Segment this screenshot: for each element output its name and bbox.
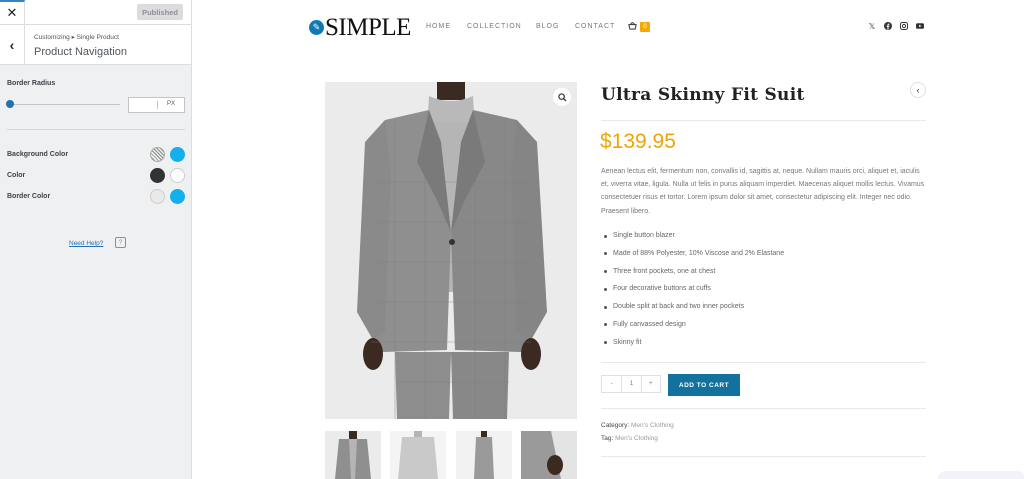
nav-blog[interactable]: BLOG xyxy=(536,23,559,30)
border-color-label: Border Color xyxy=(7,193,51,200)
hover-color-swatch[interactable] xyxy=(170,168,185,183)
customizer-topbar: ✕ Published xyxy=(0,0,191,25)
back-icon[interactable]: ‹ xyxy=(0,25,25,65)
quantity-minus-button[interactable]: - xyxy=(602,376,621,392)
product-main-image[interactable] xyxy=(325,82,577,419)
add-to-cart-button[interactable]: ADD TO CART xyxy=(668,374,740,396)
color-swatch[interactable] xyxy=(150,168,165,183)
x-icon[interactable]: 𝕏 xyxy=(868,22,876,31)
divider xyxy=(601,408,926,409)
border-radius-slider-handle[interactable] xyxy=(6,100,14,108)
help-chat-icon[interactable]: ? xyxy=(115,237,126,248)
quantity-plus-button[interactable]: + xyxy=(640,376,660,392)
feature-item: Made of 88% Polyester, 10% Viscose and 2… xyxy=(601,250,784,268)
border-radius-input[interactable]: PX xyxy=(128,97,185,113)
product-tag: Tag: Men's Clothing xyxy=(601,435,658,442)
cart-count-badge[interactable]: 0 xyxy=(640,22,650,32)
product-price: $139.95 xyxy=(600,130,676,153)
feature-item: Skinny fit xyxy=(601,339,784,357)
divider xyxy=(601,120,926,121)
instagram-icon[interactable] xyxy=(900,22,908,30)
product-category: Category: Men's Clothing xyxy=(601,422,674,429)
background-color-swatch[interactable] xyxy=(150,147,165,162)
nav-home[interactable]: HOME xyxy=(426,23,451,30)
category-label: Category: xyxy=(601,422,630,429)
corner-widget[interactable] xyxy=(937,471,1024,479)
feature-item: Three front pockets, one at chest xyxy=(601,268,784,286)
customizer-sidebar: ✕ Published ‹ Customizing ▸ Single Produ… xyxy=(0,0,192,479)
logo-pen-icon: ✎ xyxy=(309,20,324,35)
category-link[interactable]: Men's Clothing xyxy=(631,422,674,429)
need-help-link[interactable]: Need Help? xyxy=(69,240,103,247)
zoom-icon[interactable] xyxy=(553,88,571,106)
previous-product-icon[interactable]: ‹ xyxy=(910,82,926,98)
feature-item: Four decorative buttons at cuffs xyxy=(601,285,784,303)
quantity-input[interactable]: 1 xyxy=(621,376,640,392)
background-hover-color-swatch[interactable] xyxy=(170,147,185,162)
published-button[interactable]: Published xyxy=(137,4,183,20)
feature-item: Fully canvassed design xyxy=(601,321,784,339)
border-radius-label: Border Radius xyxy=(7,80,56,87)
section-header: ‹ Customizing ▸ Single Product Product N… xyxy=(0,25,191,65)
quantity-stepper[interactable]: - 1 + xyxy=(601,375,661,393)
logo-text: SIMPLE xyxy=(325,14,411,41)
gallery-thumbnail[interactable] xyxy=(456,431,512,479)
color-label: Color xyxy=(7,172,26,179)
tag-label: Tag: xyxy=(601,435,614,442)
tag-link[interactable]: Men's Clothing xyxy=(615,435,658,442)
divider xyxy=(601,456,926,457)
gallery-thumbnail[interactable] xyxy=(390,431,446,479)
breadcrumb: Customizing ▸ Single Product xyxy=(34,34,119,41)
background-color-label: Background Color xyxy=(7,151,69,158)
nav-contact[interactable]: CONTACT xyxy=(575,23,615,30)
border-color-swatch[interactable] xyxy=(150,189,165,204)
feature-item: Single button blazer xyxy=(601,232,784,250)
product-description: Aenean lectus elit, fermentum non, conva… xyxy=(601,168,925,215)
border-radius-slider-track[interactable] xyxy=(8,104,120,105)
section-title: Product Navigation xyxy=(34,46,127,58)
feature-list: Single button blazer Made of 88% Polyest… xyxy=(601,232,784,357)
cart-icon[interactable] xyxy=(628,21,637,32)
youtube-icon[interactable] xyxy=(916,22,924,30)
facebook-icon[interactable] xyxy=(884,22,892,30)
border-hover-color-swatch[interactable] xyxy=(170,189,185,204)
border-radius-unit: PX xyxy=(167,101,176,107)
product-title: Ultra Skinny Fit Suit xyxy=(601,85,805,105)
site-logo[interactable]: ✎ SIMPLE xyxy=(309,15,411,40)
feature-item: Double split at back and two inner pocke… xyxy=(601,303,784,321)
close-icon[interactable]: ✕ xyxy=(0,0,25,24)
unit-divider xyxy=(157,101,158,109)
divider xyxy=(7,129,185,130)
gallery-thumbnail[interactable] xyxy=(521,431,577,479)
gallery-thumbnail[interactable] xyxy=(325,431,381,479)
divider xyxy=(601,362,926,363)
site-preview: ✎ SIMPLE HOME COLLECTION BLOG CONTACT 0 … xyxy=(192,0,1024,479)
nav-collection[interactable]: COLLECTION xyxy=(467,23,522,30)
